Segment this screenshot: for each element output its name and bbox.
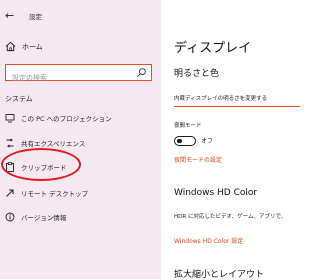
page-title: ディスプレイ: [174, 41, 252, 56]
hd-color-heading: Windows HD Color: [174, 188, 258, 198]
sidebar-item-label: バージョン情報: [21, 214, 67, 222]
info-icon: [5, 212, 15, 222]
remote-desktop-icon: [6, 189, 14, 197]
brightness-heading: 明るさと色: [174, 69, 220, 79]
clipboard-icon: [6, 162, 14, 172]
scale-layout-heading: 拡大縮小とレイアウト: [174, 270, 265, 280]
sidebar-item-about[interactable]: バージョン情報: [5, 210, 155, 226]
search-input[interactable]: [6, 71, 130, 85]
title-bar: ← 設定: [0, 0, 161, 30]
sidebar-item-label: この PC へのプロジェクション: [21, 115, 112, 123]
sidebar-item-projection[interactable]: この PC へのプロジェクション: [5, 111, 155, 127]
night-light-state: オフ: [201, 138, 214, 145]
sidebar-item-label: 共有エクスペリエンス: [21, 140, 86, 148]
brightness-slider[interactable]: [174, 106, 300, 107]
sidebar: ← 設定 ホーム システム この PC へのプロジェクション 共有エクスペリエン…: [0, 0, 161, 279]
night-light-settings-link[interactable]: 夜間モードの設定: [174, 155, 222, 164]
home-nav-item[interactable]: ホーム: [5, 40, 155, 54]
toggle-knob: [177, 138, 182, 143]
section-header-system: システム: [5, 95, 33, 103]
brightness-label: 内蔵ディスプレイの明るさを変更する: [174, 96, 268, 102]
search-box[interactable]: [5, 64, 152, 85]
window-title: 設定: [29, 13, 42, 21]
night-light-toggle[interactable]: [174, 136, 196, 146]
projection-icon: [5, 114, 15, 123]
content-pane: ディスプレイ 明るさと色 内蔵ディスプレイの明るさを変更する 夜間モード オフ …: [161, 0, 300, 280]
hd-color-description: HDR に対応したビデオ、ゲーム、アプリで、: [174, 214, 287, 220]
sidebar-item-label: リモート デスクトップ: [21, 190, 89, 198]
night-light-label: 夜間モード: [174, 123, 202, 129]
home-icon: [5, 41, 16, 52]
sidebar-item-label: クリップボード: [21, 164, 67, 172]
shared-experiences-icon: [6, 138, 14, 148]
sidebar-item-shared-experiences[interactable]: 共有エクスペリエンス: [5, 136, 155, 152]
sidebar-item-clipboard[interactable]: クリップボード: [5, 160, 155, 176]
search-icon[interactable]: [136, 67, 147, 78]
hd-color-settings-link[interactable]: Windows HD Color 設定: [174, 236, 243, 245]
sidebar-item-remote-desktop[interactable]: リモート デスクトップ: [5, 186, 155, 202]
back-arrow-icon[interactable]: ←: [5, 9, 14, 22]
home-label: ホーム: [22, 43, 43, 51]
